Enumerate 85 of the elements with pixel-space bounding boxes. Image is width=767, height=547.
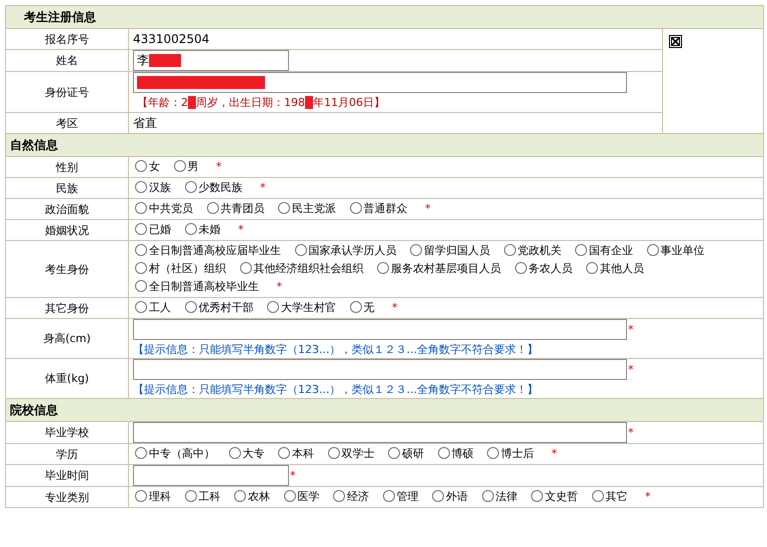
radio-option[interactable]: 本科: [276, 447, 314, 460]
radio-option[interactable]: 工人: [133, 301, 171, 314]
field-label: 报名序号: [6, 28, 128, 50]
radio-option[interactable]: 经济: [331, 490, 369, 503]
radio-option[interactable]: 全日制普通高校毕业生: [133, 280, 259, 293]
redaction-mark: [149, 54, 181, 67]
radio-option[interactable]: 农林: [232, 490, 270, 503]
radio-option[interactable]: 双学士: [326, 447, 374, 460]
field-label: 学历: [6, 444, 128, 464]
radio-option[interactable]: 国家承认学历人员: [292, 244, 396, 257]
radio-option[interactable]: 管理: [380, 490, 418, 503]
radio-option[interactable]: 法律: [480, 490, 518, 503]
broken-image-icon: [668, 35, 682, 48]
section-header: 院校信息: [6, 398, 764, 422]
input-field[interactable]: [133, 465, 289, 486]
radio-option[interactable]: 大学生村官: [265, 301, 336, 314]
field-label: 身高(cm): [6, 318, 128, 358]
radio-option[interactable]: 未婚: [182, 223, 220, 236]
radio-option[interactable]: 硕研: [386, 447, 424, 460]
input-field[interactable]: [133, 319, 627, 340]
radio-option[interactable]: 服务农村基层项目人员: [375, 262, 501, 275]
field-label: 专业类别: [6, 486, 128, 508]
radio-option[interactable]: 全日制普通高校应届毕业生: [133, 244, 281, 257]
radio-option[interactable]: 已婚: [133, 223, 171, 236]
radio-option[interactable]: 村（社区）组织: [133, 262, 226, 275]
radio-option[interactable]: 中共党员: [133, 202, 193, 215]
field-value: 省直: [133, 116, 157, 130]
input-field[interactable]: [133, 422, 627, 443]
radio-option[interactable]: 博硕: [436, 447, 474, 460]
section-header: 考生注册信息: [6, 6, 764, 28]
input-field[interactable]: [133, 359, 627, 380]
radio-option[interactable]: 医学: [282, 490, 320, 503]
age-note: 【年龄：2 周岁，出生日期：198 年11月06日】: [136, 95, 386, 112]
required-mark: *: [216, 160, 222, 173]
radio-option[interactable]: 国有企业: [573, 244, 633, 257]
field-label: 姓名: [6, 50, 128, 72]
field-label: 政治面貌: [6, 198, 128, 220]
required-mark: *: [238, 223, 244, 236]
radio-option[interactable]: 优秀村干部: [182, 301, 254, 314]
radio-option[interactable]: 男: [172, 160, 198, 173]
radio-option[interactable]: 其他人员: [584, 262, 644, 275]
radio-option[interactable]: 外语: [430, 490, 468, 503]
radio-option[interactable]: 共青团员: [204, 202, 264, 215]
radio-option[interactable]: 少数民族: [182, 181, 242, 194]
section-header: 自然信息: [6, 134, 764, 156]
radio-option[interactable]: 务农人员: [512, 262, 572, 275]
required-mark: *: [260, 181, 266, 194]
hint-text: 【提示信息：只能填写半角数字（123...），类似１２３...全角数字不符合要求！】: [133, 382, 539, 398]
radio-option[interactable]: 无: [348, 301, 374, 314]
radio-option[interactable]: 党政机关: [502, 244, 562, 257]
field-label: 毕业学校: [6, 422, 128, 444]
field-label: 其它身份: [6, 298, 128, 318]
required-mark: *: [628, 362, 634, 377]
required-mark: *: [628, 322, 634, 337]
required-mark: *: [276, 280, 282, 293]
radio-option[interactable]: 民主党派: [276, 202, 336, 215]
required-mark: *: [628, 425, 634, 440]
field-label: 考生身份: [6, 240, 128, 298]
required-mark: *: [645, 490, 650, 503]
required-mark: *: [290, 468, 296, 483]
radio-option[interactable]: 事业单位: [644, 244, 704, 257]
hint-text: 【提示信息：只能填写半角数字（123...），类似１２３...全角数字不符合要求！】: [133, 342, 539, 358]
radio-option[interactable]: 其它: [590, 490, 628, 503]
required-mark: *: [425, 202, 430, 215]
radio-option[interactable]: 普通群众: [348, 202, 408, 215]
field-label: 民族: [6, 178, 128, 198]
radio-option[interactable]: 理科: [133, 490, 171, 503]
radio-option[interactable]: 其他经济组织社会组织: [238, 262, 364, 275]
radio-option[interactable]: 博士后: [485, 447, 534, 460]
input-field[interactable]: 李: [133, 50, 289, 71]
field-label: 毕业时间: [6, 464, 128, 486]
radio-option[interactable]: 留学归国人员: [408, 244, 490, 257]
radio-option[interactable]: 大专: [226, 447, 264, 460]
field-label: 婚姻状况: [6, 220, 128, 240]
radio-option[interactable]: 工科: [182, 490, 220, 503]
radio-option[interactable]: 汉族: [133, 181, 171, 194]
input-field[interactable]: [133, 72, 627, 93]
radio-option[interactable]: 中专（高中）: [133, 447, 215, 460]
radio-option[interactable]: 文史哲: [529, 490, 578, 503]
field-value: 4331002504: [133, 32, 210, 46]
field-label: 身份证号: [6, 72, 128, 112]
radio-option[interactable]: 女: [133, 160, 160, 173]
required-mark: *: [392, 301, 398, 314]
required-mark: *: [552, 447, 557, 460]
field-label: 性别: [6, 156, 128, 178]
